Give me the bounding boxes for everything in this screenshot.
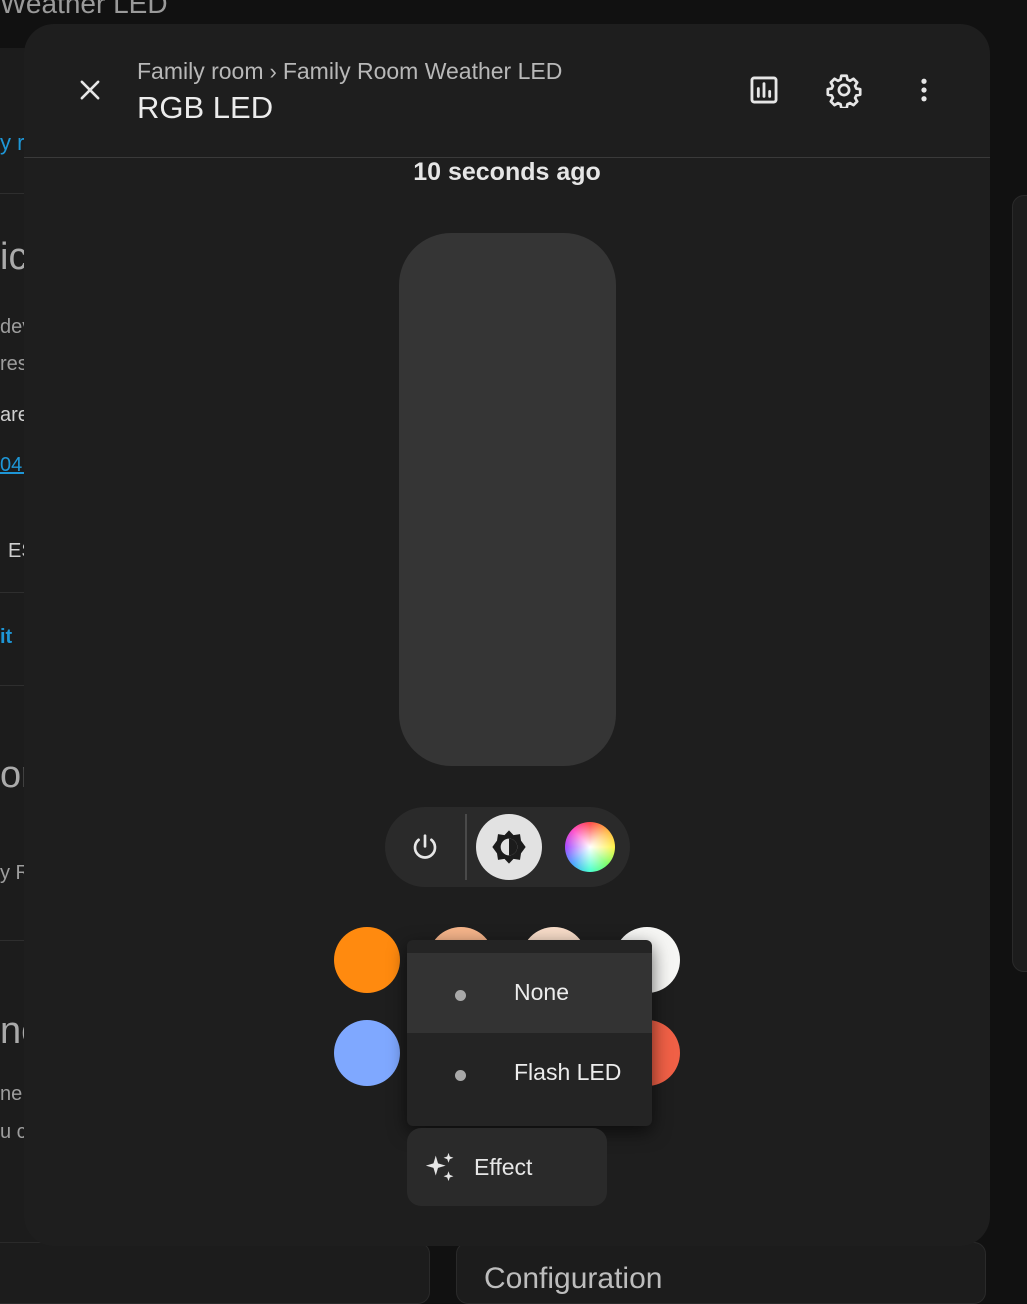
brightness-mode-button[interactable] xyxy=(476,814,542,880)
light-control-bar xyxy=(385,807,630,887)
effect-button[interactable]: Effect xyxy=(407,1128,607,1206)
color-swatch[interactable] xyxy=(334,927,400,993)
history-button[interactable] xyxy=(740,66,788,114)
effect-option-label: Flash LED xyxy=(514,1059,622,1085)
more-vert-icon xyxy=(921,78,927,102)
effect-option-flash-led[interactable]: Flash LED xyxy=(407,1033,652,1113)
option-bullet-icon xyxy=(455,990,466,1001)
effect-button-label: Effect xyxy=(474,1154,533,1180)
power-icon xyxy=(413,834,437,859)
breadcrumb-device[interactable]: Family Room Weather LED xyxy=(283,58,563,85)
effect-option-none[interactable]: None xyxy=(407,953,652,1033)
close-icon xyxy=(80,80,100,100)
history-chart-icon xyxy=(750,76,778,104)
background-right-card xyxy=(1012,195,1027,972)
option-bullet-icon xyxy=(455,1070,466,1081)
gear-icon xyxy=(826,74,862,108)
more-options-button[interactable] xyxy=(900,66,948,114)
effect-option-label: None xyxy=(514,979,569,1005)
settings-button[interactable] xyxy=(820,66,868,114)
brightness-slider[interactable] xyxy=(399,233,616,766)
color-mode-button[interactable] xyxy=(557,814,623,880)
effect-dropdown-menu: None Flash LED xyxy=(407,940,652,1126)
background-bottom-card xyxy=(0,1242,430,1304)
close-button[interactable] xyxy=(66,66,114,114)
sparkles-icon xyxy=(425,1152,454,1182)
control-divider xyxy=(465,814,467,880)
dialog-title: RGB LED xyxy=(137,90,274,125)
breadcrumb: Family room › Family Room Weather LED xyxy=(137,58,562,85)
more-info-dialog: Family room › Family Room Weather LED RG… xyxy=(24,24,990,1246)
color-swatch[interactable] xyxy=(334,1020,400,1086)
last-changed-text: 10 seconds ago xyxy=(413,158,601,186)
power-toggle-button[interactable] xyxy=(392,814,458,880)
background-page-title: Weather LED xyxy=(0,0,168,19)
breadcrumb-area[interactable]: Family room xyxy=(137,58,264,85)
breadcrumb-separator: › xyxy=(269,58,277,84)
brightness-icon xyxy=(492,830,526,864)
color-wheel-icon xyxy=(565,822,615,872)
background-text: u c xyxy=(0,1121,27,1143)
background-section-heading: Configuration xyxy=(484,1262,663,1295)
background-text: ne xyxy=(0,1083,23,1105)
background-link: it xyxy=(0,626,13,648)
dialog-header: Family room › Family Room Weather LED RG… xyxy=(24,24,990,158)
